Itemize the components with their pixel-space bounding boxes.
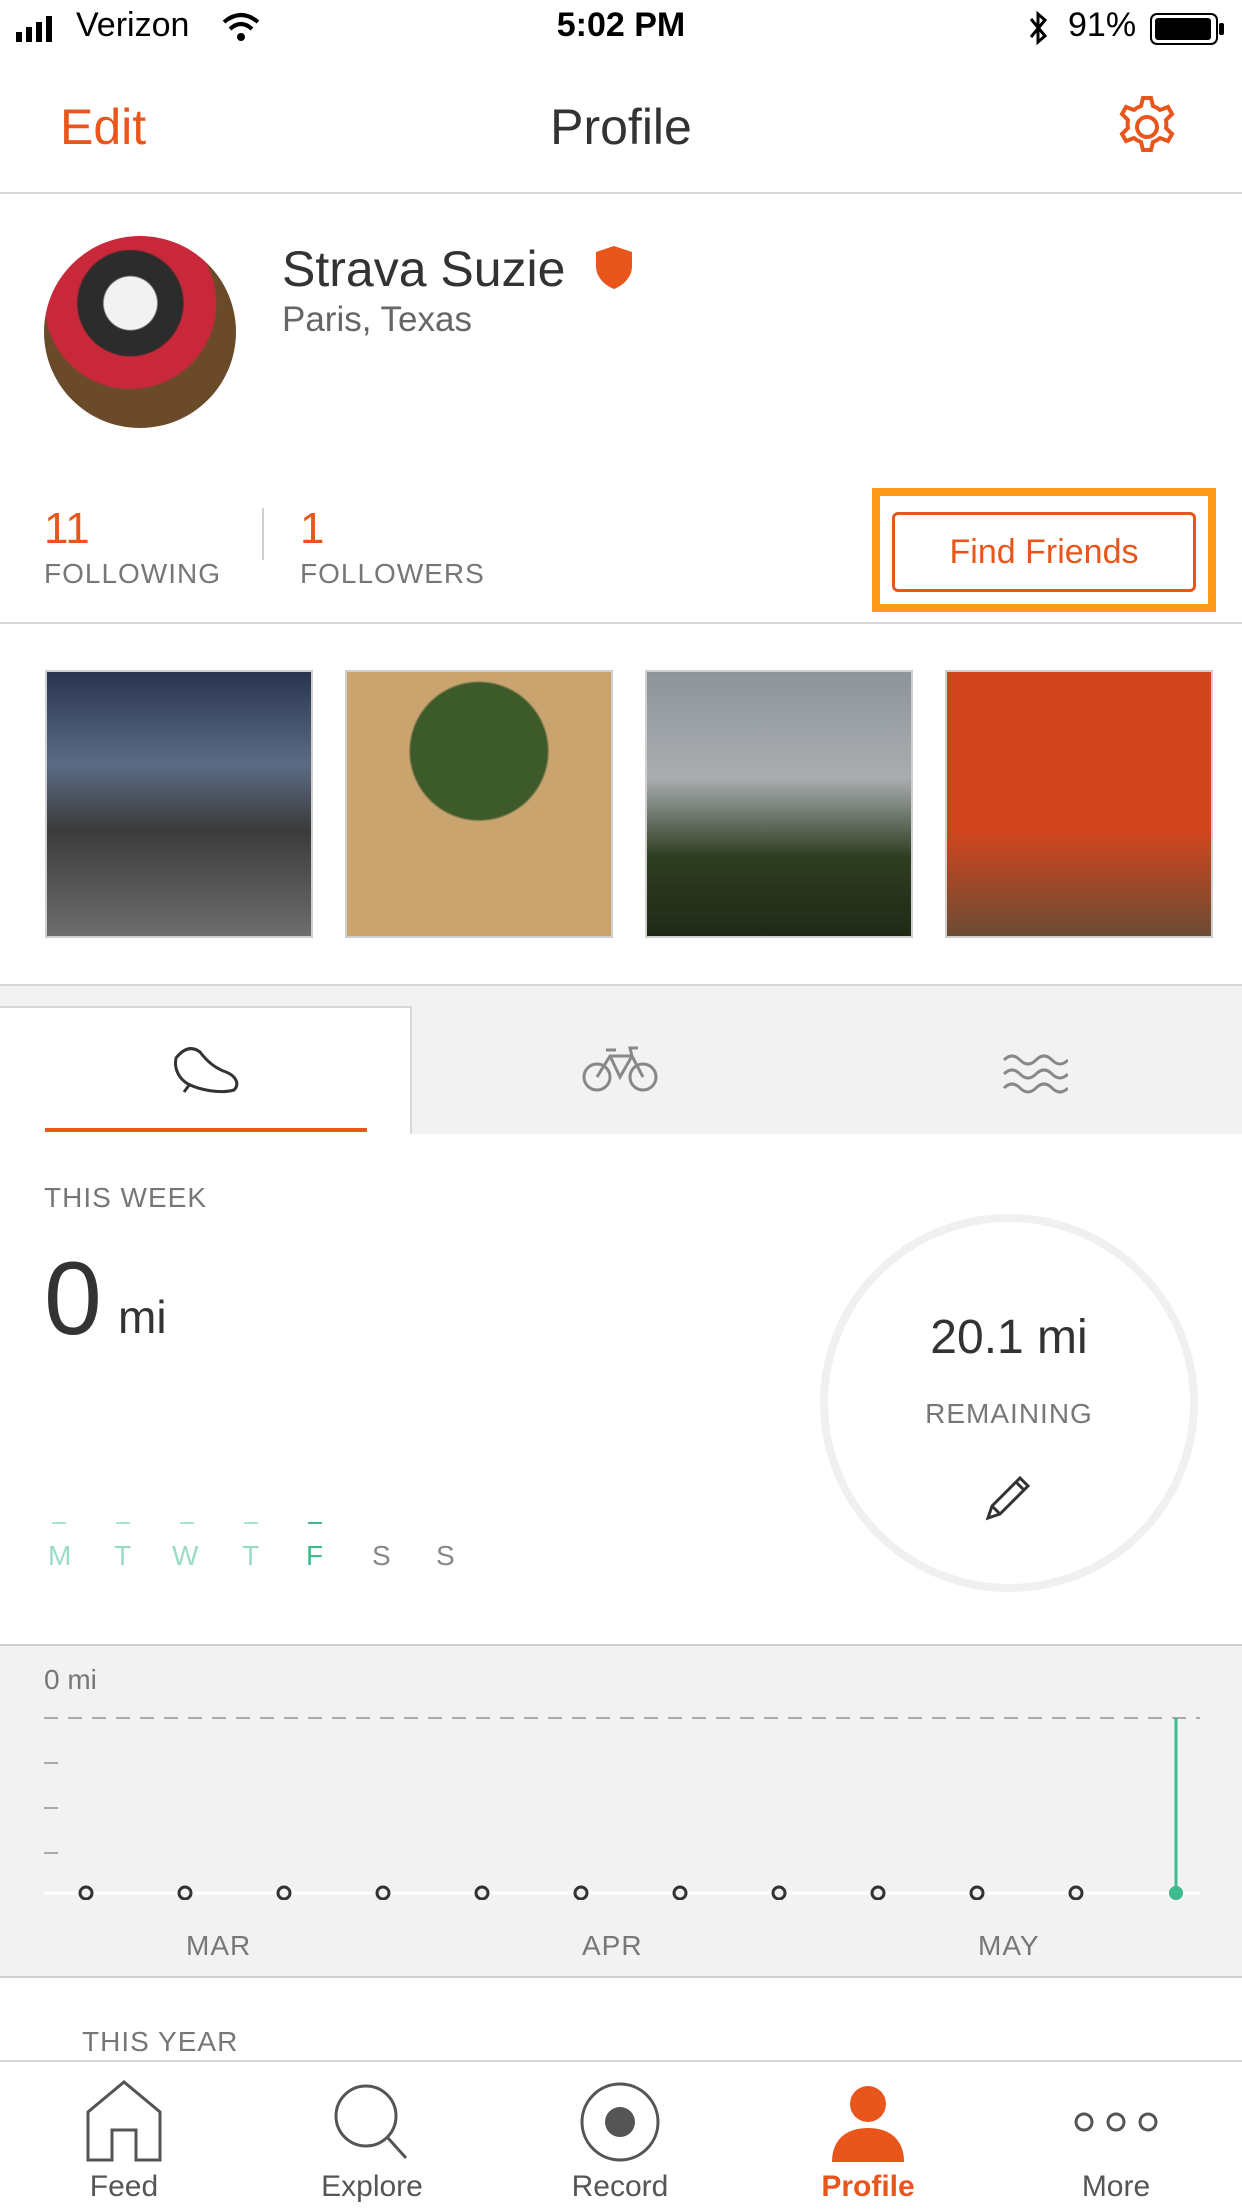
avatar[interactable]	[44, 236, 236, 428]
tab-profile[interactable]: Profile	[744, 2062, 992, 2210]
pencil-icon[interactable]	[980, 1470, 1036, 1526]
bottom-tab-bar: Feed Explore Record Profile More	[0, 2060, 1242, 2210]
battery-icon	[1150, 13, 1224, 45]
search-icon	[334, 2084, 408, 2160]
followers-stat[interactable]: 1 FOLLOWERS	[300, 504, 485, 590]
week-point	[573, 1885, 589, 1900]
photo-thumbnail[interactable]	[345, 670, 613, 938]
month-label: APR	[582, 1930, 643, 1961]
followers-count: 1	[300, 504, 325, 553]
week-point	[177, 1885, 193, 1900]
status-time: 5:02 PM	[556, 6, 686, 44]
bluetooth-icon	[1029, 10, 1048, 46]
day-dash	[244, 1522, 258, 1524]
divider	[0, 622, 1242, 624]
tab-label: Feed	[89, 2170, 159, 2203]
day-dash	[116, 1522, 130, 1524]
chart-y-label: 0 mi	[44, 1664, 97, 1695]
athlete-name: Strava Suzie	[282, 241, 566, 297]
tab-label: Explore	[321, 2170, 423, 2203]
remaining-distance: 20.1 mi	[930, 1311, 1088, 1364]
nav-bar: Edit Profile	[0, 62, 1242, 194]
photo-thumbnail[interactable]	[45, 670, 313, 938]
following-label: FOLLOWING	[44, 558, 222, 589]
profile-icon	[832, 2086, 904, 2162]
tab-label: Profile	[821, 2170, 915, 2203]
tab-feed[interactable]: Feed	[0, 2062, 248, 2210]
tab-record[interactable]: Record	[496, 2062, 744, 2210]
week-distance: 0	[44, 1241, 102, 1357]
chart-plot	[44, 1717, 1200, 1900]
following-stat[interactable]: 11 FOLLOWING	[44, 504, 221, 590]
week-point	[474, 1885, 490, 1900]
followers-label: FOLLOWERS	[300, 558, 485, 589]
bike-icon	[582, 1046, 658, 1092]
day-label: T	[114, 1540, 132, 1571]
week-point	[870, 1885, 886, 1900]
page-title: Profile	[550, 99, 692, 155]
tab-more[interactable]: More	[992, 2062, 1240, 2210]
athlete-location: Paris, Texas	[282, 300, 472, 339]
this-year-label: THIS YEAR	[82, 2026, 239, 2057]
remaining-label: REMAINING	[925, 1398, 1093, 1429]
month-label: MAR	[186, 1930, 252, 1961]
gear-icon[interactable]	[1112, 92, 1182, 162]
day-dash	[308, 1522, 322, 1524]
shield-icon	[596, 246, 632, 289]
photo-thumbnail[interactable]	[645, 670, 913, 938]
tab-explore[interactable]: Explore	[248, 2062, 496, 2210]
tab-label: Record	[571, 2170, 669, 2203]
home-icon	[86, 2080, 162, 2162]
day-dash	[52, 1522, 66, 1524]
find-friends-button[interactable]: Find Friends	[892, 512, 1196, 592]
week-point	[1068, 1885, 1084, 1900]
day-label: S	[436, 1540, 455, 1571]
week-point	[375, 1885, 391, 1900]
status-bar: Verizon 5:02 PM 91%	[0, 0, 1242, 62]
month-label: MAY	[978, 1930, 1040, 1961]
day-label: W	[172, 1540, 199, 1571]
day-label: M	[48, 1540, 72, 1571]
tab-label: More	[1081, 2170, 1151, 2203]
day-dash	[180, 1522, 194, 1524]
day-label: T	[242, 1540, 260, 1571]
swim-icon	[1002, 1054, 1068, 1094]
week-point	[672, 1885, 688, 1900]
more-icon	[1074, 2112, 1158, 2132]
following-count: 11	[44, 504, 90, 553]
week-point	[276, 1885, 292, 1900]
record-icon	[580, 2082, 660, 2162]
week-point	[78, 1885, 94, 1900]
active-tab-indicator	[45, 1128, 367, 1132]
day-label: S	[372, 1540, 391, 1571]
week-point	[771, 1885, 787, 1900]
photo-thumbnail[interactable]	[945, 670, 1213, 938]
current-week-point	[1169, 1886, 1183, 1900]
stat-divider	[262, 508, 264, 560]
this-week-label: THIS WEEK	[44, 1182, 208, 1213]
week-point	[969, 1885, 985, 1900]
week-distance-unit: mi	[118, 1291, 167, 1343]
battery-percent: 91%	[1068, 6, 1137, 44]
day-label: F	[306, 1540, 324, 1571]
run-icon	[174, 1047, 239, 1094]
